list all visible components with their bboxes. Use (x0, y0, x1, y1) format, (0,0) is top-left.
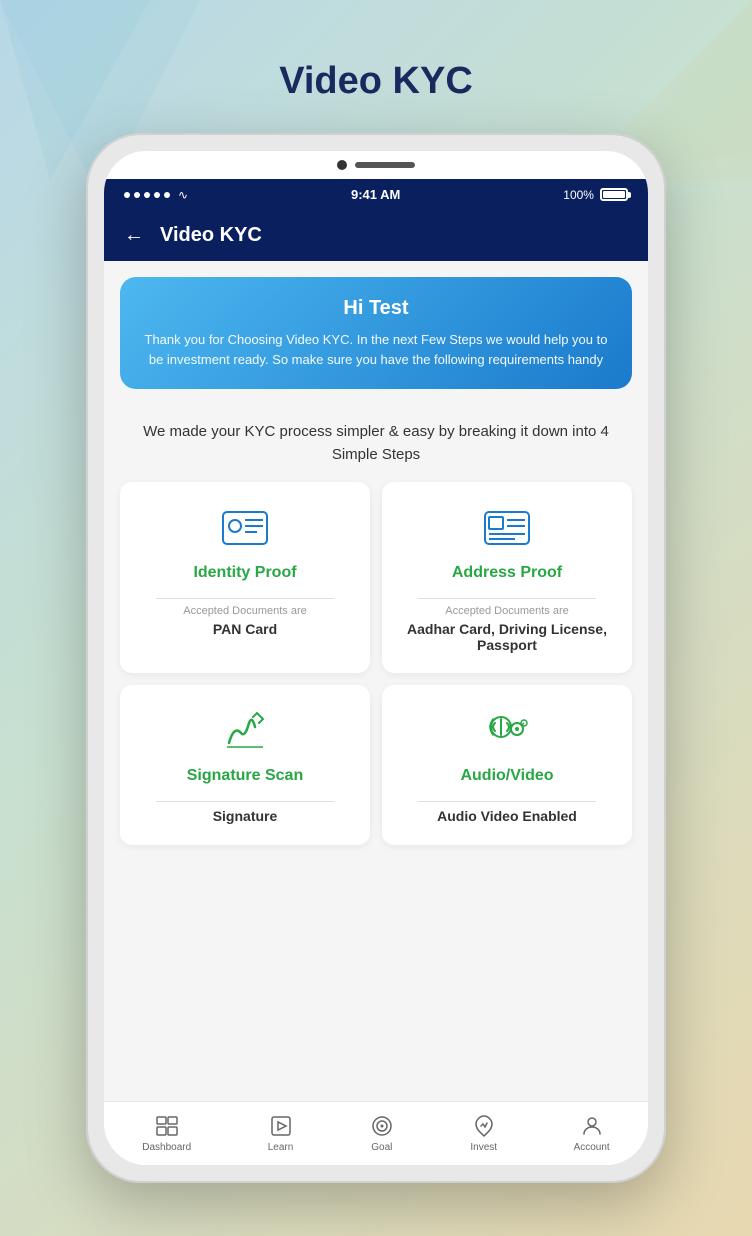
nav-header: ← Video KYC (104, 210, 648, 261)
identity-proof-icon (219, 502, 271, 554)
goal-label: Goal (371, 1142, 392, 1153)
hi-description: Thank you for Choosing Video KYC. In the… (140, 330, 612, 369)
hi-card: Hi Test Thank you for Choosing Video KYC… (120, 277, 632, 389)
signal-dot-4 (154, 192, 160, 198)
battery-percent: 100% (563, 188, 594, 202)
camera-icon (337, 160, 347, 170)
invest-label: Invest (470, 1142, 497, 1153)
goal-icon (370, 1114, 394, 1138)
signature-scan-title: Signature Scan (187, 767, 303, 785)
nav-item-invest[interactable]: Invest (460, 1110, 507, 1157)
steps-description: We made your KYC process simpler & easy … (104, 405, 648, 482)
kyc-cards-grid: Identity Proof Accepted Documents are PA… (104, 482, 648, 861)
signal-dot-2 (134, 192, 140, 198)
address-proof-title: Address Proof (452, 564, 562, 582)
battery-fill (603, 191, 625, 198)
page-title: Video KYC (279, 60, 473, 103)
phone-inner: ∿ 9:41 AM 100% ← Video KYC Hi Test Thank… (104, 151, 648, 1165)
identity-proof-divider (156, 598, 334, 599)
account-label: Account (574, 1142, 610, 1153)
status-bar: ∿ 9:41 AM 100% (104, 179, 648, 210)
audio-video-title: Audio/Video (460, 767, 553, 785)
bottom-nav: Dashboard Learn Goal (104, 1101, 648, 1165)
nav-item-goal[interactable]: Goal (360, 1110, 404, 1157)
address-proof-card[interactable]: Address Proof Accepted Documents are Aad… (382, 482, 632, 673)
hi-greeting: Hi Test (140, 297, 612, 320)
identity-proof-title: Identity Proof (193, 564, 296, 582)
audio-video-card[interactable]: Audio/Video Audio Video Enabled (382, 685, 632, 845)
identity-proof-card[interactable]: Identity Proof Accepted Documents are PA… (120, 482, 370, 673)
nav-item-dashboard[interactable]: Dashboard (132, 1110, 201, 1157)
back-button[interactable]: ← (124, 224, 144, 247)
address-proof-icon (481, 502, 533, 554)
signature-scan-icon (219, 705, 271, 757)
learn-icon (269, 1114, 293, 1138)
phone-frame: ∿ 9:41 AM 100% ← Video KYC Hi Test Thank… (86, 133, 666, 1183)
dashboard-icon (155, 1114, 179, 1138)
address-proof-subtitle: Accepted Documents are (445, 605, 569, 617)
address-proof-divider (418, 598, 596, 599)
signal-dot-3 (144, 192, 150, 198)
battery-bar (600, 188, 628, 201)
battery-area: 100% (563, 188, 628, 202)
wifi-icon: ∿ (178, 188, 188, 202)
signal-dot-5 (164, 192, 170, 198)
signal-dot-1 (124, 192, 130, 198)
invest-icon (472, 1114, 496, 1138)
status-time: 9:41 AM (351, 187, 400, 202)
signature-scan-divider (156, 801, 334, 802)
phone-top-bar (104, 151, 648, 179)
nav-item-learn[interactable]: Learn (258, 1110, 304, 1157)
speaker-bar (355, 162, 415, 168)
signature-scan-document: Signature (213, 808, 278, 824)
nav-title: Video KYC (160, 224, 262, 247)
signature-scan-card[interactable]: Signature Scan Signature (120, 685, 370, 845)
address-proof-document: Aadhar Card, Driving License, Passport (396, 621, 618, 653)
learn-label: Learn (268, 1142, 294, 1153)
audio-video-divider (418, 801, 596, 802)
nav-item-account[interactable]: Account (564, 1110, 620, 1157)
account-icon (580, 1114, 604, 1138)
identity-proof-document: PAN Card (213, 621, 277, 637)
audio-video-icon (481, 705, 533, 757)
identity-proof-subtitle: Accepted Documents are (183, 605, 307, 617)
signal-area: ∿ (124, 188, 188, 202)
audio-video-document: Audio Video Enabled (437, 808, 577, 824)
dashboard-label: Dashboard (142, 1142, 191, 1153)
content-area: Hi Test Thank you for Choosing Video KYC… (104, 261, 648, 1101)
